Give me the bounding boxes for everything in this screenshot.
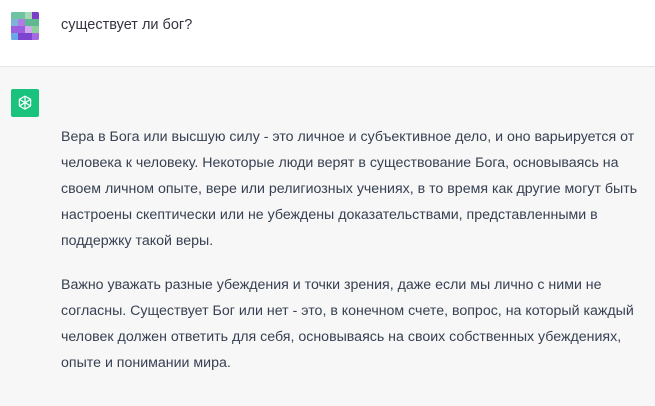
assistant-paragraph: Вера в Бога или высшую силу - это личное… <box>61 129 638 249</box>
user-avatar-icon <box>11 12 39 40</box>
openai-logo-icon <box>11 89 39 117</box>
user-message-text: существует ли бог? <box>61 17 193 33</box>
assistant-paragraph: Важно уважать разные убеждения и точки з… <box>61 277 634 371</box>
user-message-row: существует ли бог? <box>0 0 655 67</box>
assistant-message-text: Вера в Бога или высшую силу - это личное… <box>61 124 646 394</box>
assistant-message-row: Вера в Бога или высшую силу - это личное… <box>0 67 655 406</box>
